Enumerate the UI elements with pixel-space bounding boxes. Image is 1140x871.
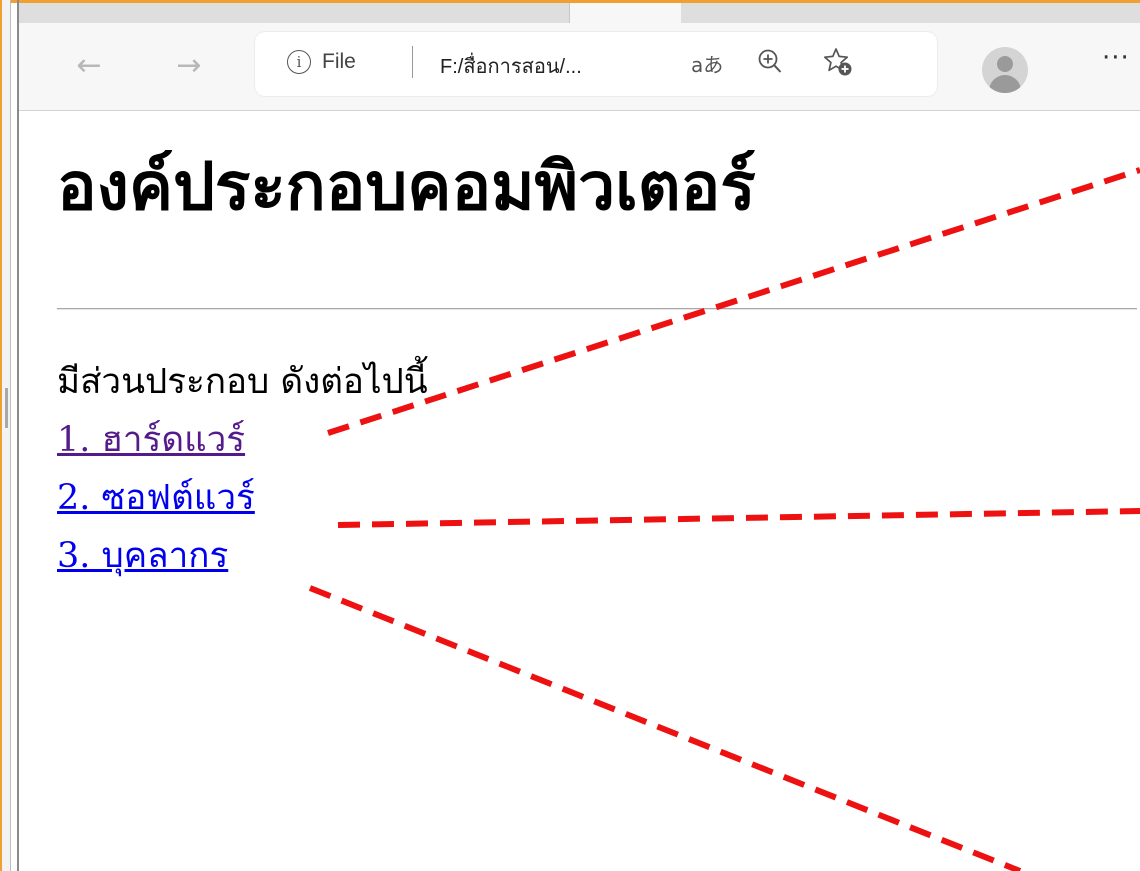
forward-button[interactable]: → (167, 41, 211, 89)
scheme-label: File (322, 50, 356, 73)
address-bar[interactable]: i File F:/สื่อการสอน/... aあ (255, 32, 937, 96)
link-personnel[interactable]: 3. บุคลากร (57, 536, 228, 576)
link-hardware[interactable]: 1. ฮาร์ดแวร์ (57, 420, 245, 460)
page-title: องค์ประกอบคอมพิวเตอร์ (57, 148, 756, 225)
component-links: 1. ฮาร์ดแวร์ 2. ซอฟต์แวร์ 3. บุคลากร (57, 419, 255, 593)
tab[interactable] (681, 3, 1140, 23)
add-favorite-icon[interactable] (822, 46, 854, 78)
horizontal-rule (57, 308, 1137, 310)
browser-toolbar: ← → i File F:/สื่อการสอน/... aあ ··· (19, 23, 1140, 111)
page-content: องค์ประกอบคอมพิวเตอร์ มีส่วนประกอบ ดังต่… (19, 111, 1140, 871)
info-icon[interactable]: i (287, 50, 311, 74)
avatar-body (989, 75, 1021, 93)
list-item: 2. ซอฟต์แวร์ (57, 477, 255, 535)
tab[interactable] (249, 3, 362, 23)
list-item: 3. บุคลากร (57, 535, 255, 593)
url-text[interactable]: F:/สื่อการสอน/... (440, 50, 582, 82)
tab[interactable] (19, 3, 138, 23)
link-software[interactable]: 2. ซอฟต์แวร์ (57, 478, 255, 518)
zoom-icon[interactable] (757, 48, 783, 76)
avatar-head (997, 56, 1013, 72)
side-scroll-strip[interactable] (2, 0, 11, 871)
forward-arrow-icon: → (176, 47, 202, 83)
intro-text: มีส่วนประกอบ ดังต่อไปนี้ (57, 362, 428, 402)
back-button[interactable]: ← (67, 41, 111, 89)
tab-active[interactable] (569, 3, 683, 23)
profile-avatar[interactable] (982, 47, 1028, 93)
tab-strip (19, 3, 1140, 23)
read-aloud-icon[interactable]: aあ (691, 49, 723, 78)
more-options-button[interactable]: ··· (1102, 43, 1130, 73)
back-arrow-icon: ← (76, 47, 102, 83)
address-separator (412, 46, 413, 78)
list-item: 1. ฮาร์ดแวร์ (57, 419, 255, 477)
tab[interactable] (137, 3, 250, 23)
scroll-thumb[interactable] (5, 388, 8, 428)
screenshot-frame: ← → i File F:/สื่อการสอน/... aあ ··· องค์… (0, 0, 1140, 871)
tab[interactable] (361, 3, 570, 23)
